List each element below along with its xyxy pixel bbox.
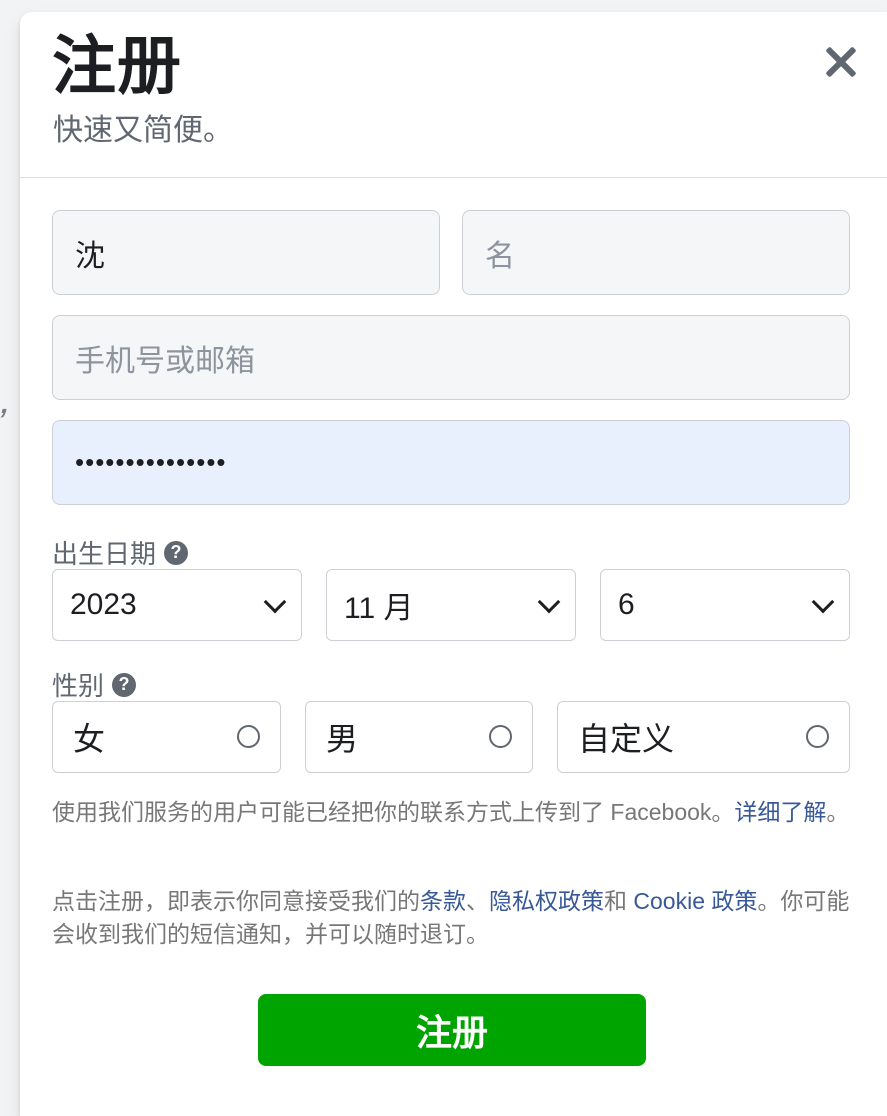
terms-and: 和 xyxy=(604,888,634,914)
password-mask: ••••••••••••••• xyxy=(75,447,227,477)
contact-upload-notice: 使用我们服务的用户可能已经把你的联系方式上传到了 Facebook。详细了解。 xyxy=(52,796,852,829)
birthday-month-value: 11 月 xyxy=(344,592,414,625)
gender-label: 性别 xyxy=(52,671,105,701)
chevron-down-icon xyxy=(811,590,835,614)
birthday-label-row: 出生日期 ? xyxy=(52,534,189,571)
chevron-down-icon xyxy=(537,590,561,614)
modal-subtitle: 快速又简便。 xyxy=(53,114,233,147)
radio-icon[interactable] xyxy=(806,725,829,748)
birthday-year-select[interactable]: 2023 xyxy=(52,569,302,641)
submit-label: 注册 xyxy=(415,1012,488,1053)
signup-submit-button[interactable]: 注册 xyxy=(258,994,646,1066)
gender-option-label: 男 xyxy=(326,721,359,757)
gender-option-label: 自定义 xyxy=(578,721,675,757)
question-circle-icon[interactable]: ? xyxy=(164,540,189,565)
surname-value: 沈 xyxy=(75,239,105,273)
question-circle-icon[interactable]: ? xyxy=(112,672,137,697)
birthday-day-value: 6 xyxy=(618,588,635,621)
privacy-policy-link[interactable]: 隐私权政策 xyxy=(489,888,604,914)
birthday-day-select[interactable]: 6 xyxy=(600,569,850,641)
password-input[interactable]: ••••••••••••••• xyxy=(52,420,850,505)
contact-input[interactable]: 手机号或邮箱 xyxy=(52,315,850,400)
gender-option-custom[interactable]: 自定义 xyxy=(557,701,850,773)
gender-option-label: 女 xyxy=(73,721,106,757)
given-name-input[interactable]: 名 xyxy=(462,210,850,295)
signup-modal: 注册 快速又简便。 沈 名 手机号或邮箱 ••••••••••••••• 出生日… xyxy=(20,12,887,1116)
gender-label-row: 性别 ? xyxy=(52,666,137,703)
gender-option-male[interactable]: 男 xyxy=(305,701,533,773)
terms-sep: 、 xyxy=(466,888,489,914)
birthday-month-select[interactable]: 11 月 xyxy=(326,569,576,641)
gender-option-female[interactable]: 女 xyxy=(52,701,281,773)
chevron-down-icon xyxy=(263,590,287,614)
terms-prefix: 点击注册，即表示你同意接受我们的 xyxy=(52,888,420,914)
cookie-policy-link[interactable]: Cookie 政策 xyxy=(633,888,757,914)
given-name-placeholder: 名 xyxy=(485,239,515,273)
close-icon[interactable] xyxy=(818,40,862,84)
contact-placeholder: 手机号或邮箱 xyxy=(75,344,255,378)
modal-title: 注册 xyxy=(52,30,182,102)
learn-more-link[interactable]: 详细了解 xyxy=(734,799,826,825)
background-fragment: , xyxy=(0,388,15,419)
radio-icon[interactable] xyxy=(237,725,260,748)
birthday-year-value: 2023 xyxy=(70,588,137,621)
radio-icon[interactable] xyxy=(489,725,512,748)
notice-text: 使用我们服务的用户可能已经把你的联系方式上传到了 Facebook。 xyxy=(52,799,735,825)
terms-link[interactable]: 条款 xyxy=(420,888,466,914)
surname-input[interactable]: 沈 xyxy=(52,210,440,295)
notice-end: 。 xyxy=(826,799,850,825)
birthday-label: 出生日期 xyxy=(52,539,157,569)
modal-header: 注册 快速又简便。 xyxy=(20,12,887,178)
terms-notice: 点击注册，即表示你同意接受我们的条款、隐私权政策和 Cookie 政策。你可能会… xyxy=(52,885,852,951)
